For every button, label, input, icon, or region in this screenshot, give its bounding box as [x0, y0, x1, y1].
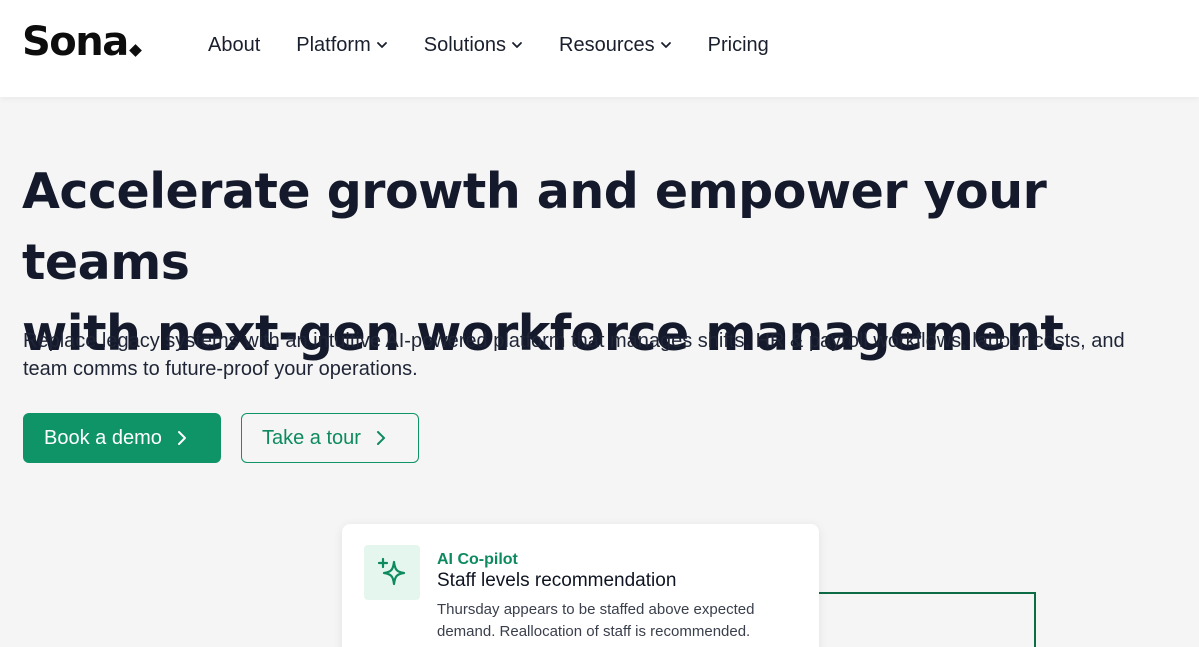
chevron-down-icon [376, 42, 387, 48]
logo-text: Sona [22, 19, 129, 65]
chevron-down-icon [660, 42, 671, 48]
ai-copilot-card: AI Co-pilot Staff levels recommendation … [342, 524, 819, 647]
nav-item-label: About [208, 33, 261, 56]
chevron-right-icon [177, 431, 186, 445]
hero-subtitle: Replace legacy systems with an intuitive… [23, 330, 1125, 380]
main-nav: About Platform Solutions Resources Prici… [208, 30, 805, 60]
nav-item-pricing[interactable]: Pricing [708, 34, 769, 57]
book-demo-label: Book a demo [44, 426, 162, 449]
site-header: Sona About Platform Solutions Resources … [0, 0, 1199, 97]
chevron-right-icon [376, 431, 385, 445]
nav-item-solutions[interactable]: Solutions [424, 34, 523, 57]
logo-dot-icon [128, 44, 142, 57]
card-body: Thursday appears to be staffed above exp… [437, 601, 755, 640]
nav-item-label: Solutions [423, 33, 507, 56]
card-kicker: AI Co-pilot [437, 551, 518, 568]
take-tour-label: Take a tour [262, 426, 361, 449]
sparkle-icon [364, 545, 420, 600]
nav-item-about[interactable]: About [208, 34, 260, 57]
chevron-down-icon [512, 42, 522, 48]
take-tour-button[interactable]: Take a tour [241, 413, 419, 463]
sona-logo[interactable]: Sona [22, 18, 142, 66]
nav-item-label: Platform [296, 33, 371, 56]
card-title: Staff levels recommendation [437, 570, 677, 591]
nav-item-label: Pricing [707, 33, 769, 56]
nav-item-resources[interactable]: Resources [559, 34, 672, 57]
hero-title-line-1: Accelerate growth and empower your teams [22, 163, 1047, 291]
nav-item-platform[interactable]: Platform [296, 34, 387, 57]
nav-item-label: Resources [559, 33, 655, 56]
book-demo-button[interactable]: Book a demo [23, 413, 221, 463]
